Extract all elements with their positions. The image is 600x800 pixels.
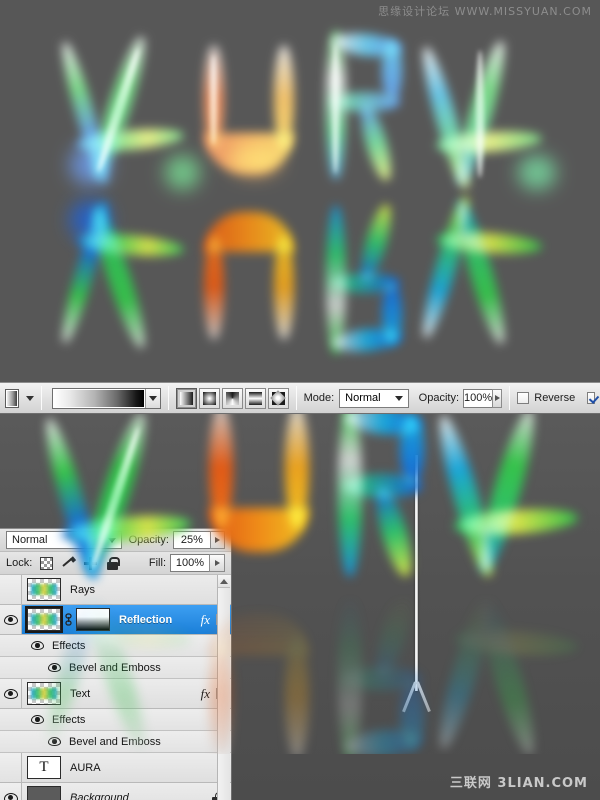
toolbar-divider-1: [40, 386, 42, 410]
reflected-gradient-button[interactable]: [244, 387, 266, 409]
gradient-type-group[interactable]: [175, 387, 289, 409]
gradient-tool-preset-icon[interactable]: [5, 388, 19, 408]
reverse-label: Reverse: [534, 392, 576, 404]
aura-reflection: [0, 580, 600, 762]
tool-preset-chevron-down-icon[interactable]: [25, 395, 34, 401]
opacity-slider-arrow-icon[interactable]: [492, 388, 503, 408]
toolbar-divider-2: [167, 386, 169, 410]
aura-artwork-lower: [0, 414, 600, 800]
angle-gradient-button[interactable]: [221, 387, 243, 409]
opacity-label: Opacity:: [418, 392, 460, 404]
blend-mode-chevron-down-icon[interactable]: [394, 395, 403, 401]
toolbar-divider-3: [295, 386, 297, 410]
mode-label: Mode:: [303, 392, 335, 404]
reverse-checkbox-row[interactable]: Reverse: [517, 392, 575, 404]
gradient-preset-picker[interactable]: [51, 387, 161, 409]
linear-gradient-button[interactable]: [175, 387, 197, 409]
toolbar-divider-4: [509, 386, 511, 410]
diamond-gradient-button[interactable]: [267, 387, 289, 409]
gradient-preset-chevron-down-icon[interactable]: [144, 388, 160, 408]
aura-artwork-mirrored: [0, 193, 600, 360]
canvas-top-artboard[interactable]: 思缘设计论坛 WWW.MISSYUAN.COM: [0, 0, 600, 382]
canvas-bottom-artboard[interactable]: [0, 414, 600, 800]
opacity-input[interactable]: 100%: [463, 388, 494, 408]
radial-gradient-button[interactable]: [198, 387, 220, 409]
blend-mode-select[interactable]: Normal: [339, 388, 409, 408]
blend-mode-value: Normal: [345, 392, 381, 404]
gradient-options-bar[interactable]: Mode: Normal Opacity: 100% Reverse: [0, 382, 600, 414]
reverse-checkbox[interactable]: [517, 392, 530, 404]
watermark-top: 思缘设计论坛 WWW.MISSYUAN.COM: [378, 5, 592, 18]
gradient-preview-swatch[interactable]: [52, 388, 145, 408]
dither-checkbox[interactable]: [587, 392, 595, 404]
